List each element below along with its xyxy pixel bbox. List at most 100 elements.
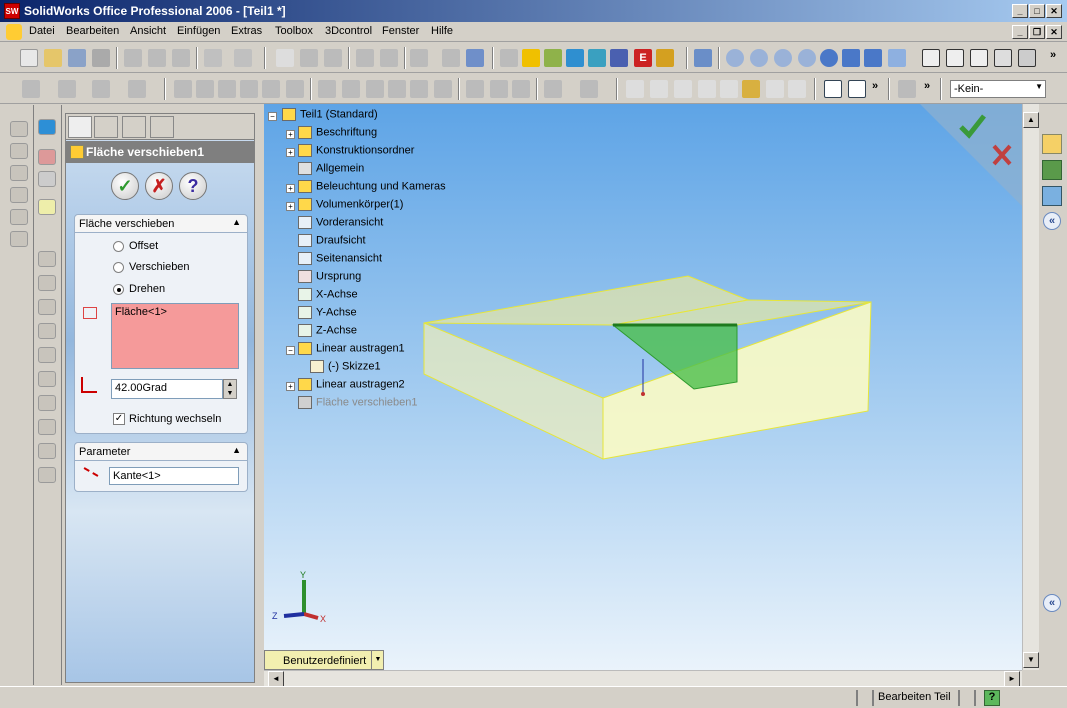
- view-orientation-icon[interactable]: [694, 49, 712, 67]
- tree-item[interactable]: Allgemein: [298, 162, 364, 178]
- configuration-dropdown[interactable]: Benutzerdefiniert ▼: [264, 650, 384, 670]
- wireframe-icon[interactable]: [922, 49, 940, 67]
- angular-dim-icon[interactable]: [38, 347, 56, 363]
- vertical-scrollbar[interactable]: ▲ ▼: [1022, 104, 1039, 670]
- arc-icon[interactable]: [650, 80, 668, 98]
- pan-icon[interactable]: [842, 49, 860, 67]
- horizontal-scrollbar[interactable]: ◄ ►: [264, 670, 1022, 687]
- what-is-icon[interactable]: [788, 80, 806, 98]
- layer-dropdown[interactable]: -Kein- ▼: [950, 80, 1046, 98]
- hole-icon[interactable]: [410, 80, 428, 98]
- doc-restore-button[interactable]: ❐: [1029, 25, 1045, 39]
- tree-item[interactable]: Volumenkörper(1): [298, 198, 403, 214]
- indent-icon[interactable]: [366, 80, 384, 98]
- tree-root-expander[interactable]: −: [268, 112, 277, 121]
- shaded-icon[interactable]: [1018, 49, 1036, 67]
- fillet-icon[interactable]: [174, 80, 192, 98]
- sketch-rect-icon[interactable]: [10, 121, 28, 137]
- reference-geometry-icon[interactable]: [544, 80, 562, 98]
- tree-item[interactable]: Linear austragen2: [298, 378, 405, 394]
- tree-expander[interactable]: −: [286, 346, 295, 355]
- property-manager-tab-icon[interactable]: [94, 116, 118, 138]
- vertical-dim-icon[interactable]: [38, 299, 56, 315]
- tree-expander[interactable]: +: [286, 148, 295, 157]
- baseline-dim-icon[interactable]: [38, 395, 56, 411]
- light-tool-icon[interactable]: [38, 171, 56, 187]
- tree-root[interactable]: Teil1 (Standard): [282, 108, 378, 124]
- sketch-trim-icon[interactable]: [10, 187, 28, 203]
- tree-item[interactable]: Vorderansicht: [298, 216, 383, 232]
- rib-icon[interactable]: [218, 80, 236, 98]
- timer-icon[interactable]: [38, 199, 56, 215]
- expand-pane-icon[interactable]: «: [1043, 594, 1061, 612]
- ok-button[interactable]: ✓: [111, 172, 139, 200]
- shaded-edges-icon[interactable]: [994, 49, 1012, 67]
- catalog-icon[interactable]: [566, 49, 584, 67]
- move-face-group-header[interactable]: Fläche verschieben ▲: [75, 215, 247, 233]
- scroll-down-button[interactable]: ▼: [1023, 652, 1039, 668]
- close-window-icon[interactable]: [848, 80, 866, 98]
- rotate-radio[interactable]: [113, 284, 124, 295]
- tree-item[interactable]: Beschriftung: [298, 126, 377, 142]
- tree-item[interactable]: (-) Skizze1: [310, 360, 381, 376]
- dropdown-arrow-icon[interactable]: ▼: [371, 651, 384, 669]
- appearance-tab-icon[interactable]: [150, 116, 174, 138]
- zoom-in-out-icon[interactable]: [774, 49, 792, 67]
- library-icon[interactable]: [544, 49, 562, 67]
- tree-expander[interactable]: +: [286, 382, 295, 391]
- loft-icon[interactable]: [128, 80, 146, 98]
- sketch-slot-icon[interactable]: [10, 143, 28, 159]
- select-tool-icon[interactable]: [38, 119, 56, 135]
- fork-icon[interactable]: [38, 419, 56, 435]
- menu-einfuegen[interactable]: Einfügen: [177, 25, 220, 37]
- zoom-area-icon[interactable]: [750, 49, 768, 67]
- tree-item[interactable]: X-Achse: [298, 288, 358, 304]
- horizontal-dim-icon[interactable]: [38, 275, 56, 291]
- tree-item[interactable]: Linear austragen1: [298, 342, 405, 358]
- menu-3dcontrol[interactable]: 3Dcontrol: [325, 25, 372, 37]
- relation-icon[interactable]: [720, 80, 738, 98]
- cancel-button[interactable]: ✗: [145, 172, 173, 200]
- parameter-group-header[interactable]: Parameter ▲: [75, 443, 247, 461]
- menu-hilfe[interactable]: Hilfe: [431, 25, 453, 37]
- home-icon[interactable]: [1042, 134, 1062, 154]
- macro-icon[interactable]: [656, 49, 674, 67]
- draft-icon[interactable]: [262, 80, 280, 98]
- redo-icon[interactable]: [234, 49, 252, 67]
- menu-toolbox[interactable]: Toolbox: [275, 25, 313, 37]
- tree-item[interactable]: Z-Achse: [298, 324, 357, 340]
- revolve-icon[interactable]: [58, 80, 76, 98]
- tree-expander[interactable]: +: [286, 202, 295, 211]
- curves-icon[interactable]: [580, 80, 598, 98]
- sketch-spline-icon[interactable]: [10, 165, 28, 181]
- rebuild-icon[interactable]: [324, 49, 342, 67]
- design-table-icon[interactable]: [610, 49, 628, 67]
- pin-icon[interactable]: [466, 49, 484, 67]
- hidden-lines-visible-icon[interactable]: [946, 49, 964, 67]
- print-icon[interactable]: [92, 49, 110, 67]
- angle-input[interactable]: 42.00Grad: [111, 379, 223, 399]
- linear-pattern-icon[interactable]: [466, 80, 484, 98]
- smart-dimension-icon[interactable]: [698, 80, 716, 98]
- tree-expander[interactable]: +: [286, 184, 295, 193]
- window-icon[interactable]: [824, 80, 842, 98]
- datum-icon[interactable]: [38, 467, 56, 483]
- tree-item[interactable]: Beleuchtung und Kameras: [298, 180, 446, 196]
- deform-icon[interactable]: [342, 80, 360, 98]
- select-icon[interactable]: [276, 49, 294, 67]
- sketch-convert-icon[interactable]: [10, 231, 28, 247]
- curve-pattern-icon[interactable]: [512, 80, 530, 98]
- scroll-right-button[interactable]: ►: [1004, 671, 1020, 687]
- light-bulb-icon[interactable]: [766, 80, 784, 98]
- line-icon[interactable]: [674, 80, 692, 98]
- menu-fenster[interactable]: Fenster: [382, 25, 419, 37]
- paste-icon[interactable]: [172, 49, 190, 67]
- feature-manager-tab-icon[interactable]: [68, 116, 92, 138]
- sketch-offset-icon[interactable]: [10, 209, 28, 225]
- toolbox-icon[interactable]: [500, 49, 518, 67]
- collapse-pane-icon[interactable]: «: [1043, 212, 1061, 230]
- equation-icon[interactable]: E: [634, 49, 652, 67]
- weld-icon[interactable]: [38, 443, 56, 459]
- new-file-icon[interactable]: [20, 49, 38, 67]
- grid-icon[interactable]: [380, 49, 398, 67]
